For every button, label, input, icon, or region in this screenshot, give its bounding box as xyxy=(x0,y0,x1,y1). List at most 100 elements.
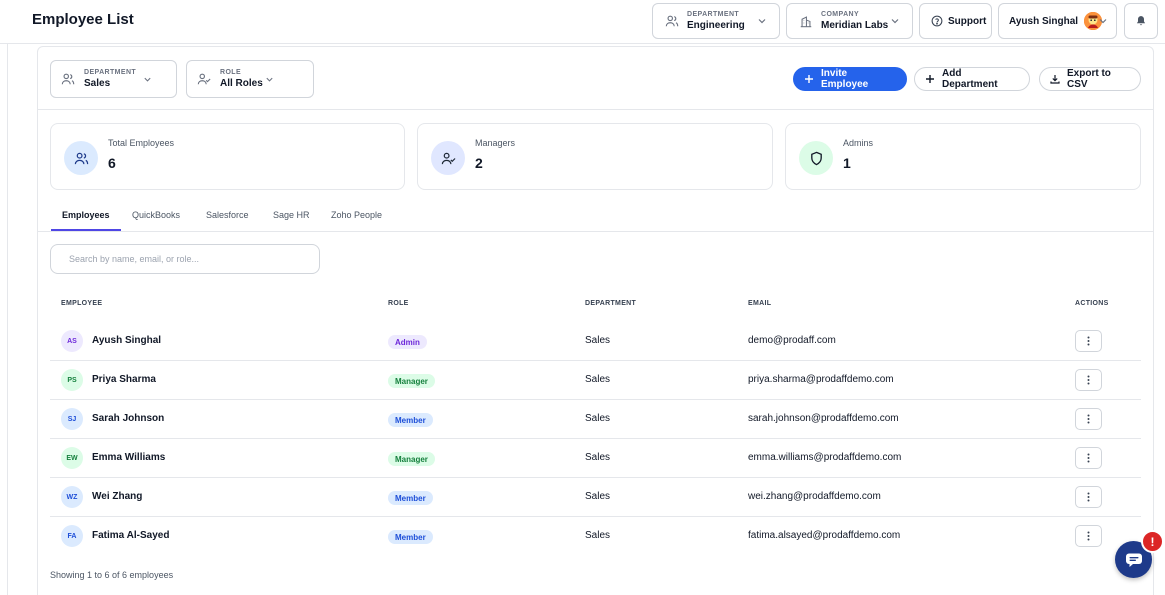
user-check-icon xyxy=(197,72,211,86)
company-switcher-label: COMPANY xyxy=(821,11,860,18)
table-row[interactable]: WZ Wei Zhang Member Sales wei.zhang@prod… xyxy=(50,478,1141,517)
export-csv-button[interactable]: Export to CSV xyxy=(1039,67,1141,91)
department-switcher[interactable]: DEPARTMENT Engineering xyxy=(652,3,780,39)
chevron-down-icon xyxy=(265,75,274,84)
employee-email: priya.sharma@prodaffdemo.com xyxy=(748,374,894,385)
role-badge: Admin xyxy=(388,335,427,349)
user-check-icon xyxy=(431,141,465,175)
avatar: AS xyxy=(61,330,83,352)
role-filter[interactable]: ROLE All Roles xyxy=(186,60,314,98)
integration-tabs: Employees QuickBooks Salesforce Sage HR … xyxy=(38,204,1153,232)
table-header: EMPLOYEE ROLE DEPARTMENT EMAIL ACTIONS xyxy=(50,294,1141,314)
more-vertical-icon xyxy=(1087,336,1090,346)
shield-icon xyxy=(799,141,833,175)
avatar: WZ xyxy=(61,486,83,508)
tab-zoho-people[interactable]: Zoho People xyxy=(331,210,382,229)
pagination-summary: Showing 1 to 6 of 6 employees xyxy=(50,570,174,580)
role-badge: Member xyxy=(388,530,433,544)
department-switcher-label: DEPARTMENT xyxy=(687,11,740,18)
employee-department: Sales xyxy=(585,530,611,541)
user-name: Ayush Singhal xyxy=(1009,15,1079,27)
employee-card: DEPARTMENT Sales ROLE All Roles Invite E… xyxy=(37,46,1154,595)
chevron-down-icon xyxy=(143,75,152,84)
users-icon xyxy=(665,14,679,28)
tab-employees[interactable]: Employees xyxy=(51,210,121,231)
invite-employee-button[interactable]: Invite Employee xyxy=(793,67,907,91)
employee-department: Sales xyxy=(585,374,611,385)
invite-employee-label: Invite Employee xyxy=(821,68,869,90)
building-icon xyxy=(799,14,813,28)
export-csv-label: Export to CSV xyxy=(1067,68,1111,90)
filter-bar: DEPARTMENT Sales ROLE All Roles Invite E… xyxy=(38,47,1153,110)
employee-email: fatima.alsayed@prodaffdemo.com xyxy=(748,530,901,541)
stat-label: Managers xyxy=(475,138,516,148)
employee-name: Fatima Al-Sayed xyxy=(92,530,170,541)
user-menu[interactable]: Ayush Singhal xyxy=(998,3,1117,39)
page-left-rule xyxy=(7,44,8,595)
role-badge: Member xyxy=(388,491,433,505)
stat-value: 2 xyxy=(475,155,483,171)
role-filter-value: All Roles xyxy=(220,78,263,89)
row-actions-button[interactable] xyxy=(1075,447,1102,469)
tab-sage-hr[interactable]: Sage HR xyxy=(273,210,310,229)
chevron-down-icon xyxy=(1098,16,1108,26)
employee-name: Sarah Johnson xyxy=(92,413,165,424)
avatar: PS xyxy=(61,369,83,391)
column-header-employee: EMPLOYEE xyxy=(61,300,103,307)
employee-department: Sales xyxy=(585,491,611,502)
support-button[interactable]: Support xyxy=(919,3,992,39)
table-row[interactable]: FA Fatima Al-Sayed Member Sales fatima.a… xyxy=(50,517,1141,556)
help-circle-icon xyxy=(931,15,943,27)
users-icon xyxy=(61,72,75,86)
employee-email: demo@prodaff.com xyxy=(748,335,836,346)
employee-name: Emma Williams xyxy=(92,452,166,463)
tab-quickbooks[interactable]: QuickBooks xyxy=(132,210,180,229)
row-actions-button[interactable] xyxy=(1075,525,1102,547)
employee-name: Wei Zhang xyxy=(92,491,143,502)
row-actions-button[interactable] xyxy=(1075,408,1102,430)
stat-card-managers: Managers 2 xyxy=(417,123,773,190)
tab-salesforce[interactable]: Salesforce xyxy=(206,210,249,229)
avatar: FA xyxy=(61,525,83,547)
plus-icon xyxy=(925,74,935,84)
top-header: Employee List DEPARTMENT Engineering COM… xyxy=(0,0,1165,44)
notifications-button[interactable] xyxy=(1124,3,1158,39)
employee-department: Sales xyxy=(585,335,611,346)
row-actions-button[interactable] xyxy=(1075,330,1102,352)
search-input[interactable] xyxy=(50,244,320,274)
column-header-role: ROLE xyxy=(388,300,409,307)
add-department-button[interactable]: Add Department xyxy=(914,67,1030,91)
row-actions-button[interactable] xyxy=(1075,486,1102,508)
department-filter[interactable]: DEPARTMENT Sales xyxy=(50,60,177,98)
column-header-actions: ACTIONS xyxy=(1075,300,1109,307)
more-vertical-icon xyxy=(1087,414,1090,424)
employee-department: Sales xyxy=(585,452,611,463)
table-row[interactable]: AS Ayush Singhal Admin Sales demo@prodaf… xyxy=(50,322,1141,361)
more-vertical-icon xyxy=(1087,375,1090,385)
employee-name: Ayush Singhal xyxy=(92,335,162,346)
department-switcher-value: Engineering xyxy=(687,20,745,31)
stat-label: Total Employees xyxy=(108,138,175,148)
more-vertical-icon xyxy=(1087,531,1090,541)
table-row[interactable]: PS Priya Sharma Manager Sales priya.shar… xyxy=(50,361,1141,400)
download-icon xyxy=(1050,74,1060,84)
column-header-email: EMAIL xyxy=(748,300,772,307)
avatar: EW xyxy=(61,447,83,469)
plus-icon xyxy=(804,74,814,84)
avatar: SJ xyxy=(61,408,83,430)
employee-email: sarah.johnson@prodaffdemo.com xyxy=(748,413,899,424)
more-vertical-icon xyxy=(1087,492,1090,502)
stat-label: Admins xyxy=(843,138,874,148)
role-filter-label: ROLE xyxy=(220,69,242,76)
chat-icon xyxy=(1125,552,1143,568)
row-actions-button[interactable] xyxy=(1075,369,1102,391)
department-filter-value: Sales xyxy=(84,78,111,89)
table-row[interactable]: EW Emma Williams Manager Sales emma.will… xyxy=(50,439,1141,478)
column-header-department: DEPARTMENT xyxy=(585,300,637,307)
table-row[interactable]: SJ Sarah Johnson Member Sales sarah.john… xyxy=(50,400,1141,439)
company-switcher[interactable]: COMPANY Meridian Labs xyxy=(786,3,913,39)
employee-email: emma.williams@prodaffdemo.com xyxy=(748,452,902,463)
role-badge: Member xyxy=(388,413,433,427)
role-badge: Manager xyxy=(388,452,435,466)
company-switcher-value: Meridian Labs xyxy=(821,20,889,31)
